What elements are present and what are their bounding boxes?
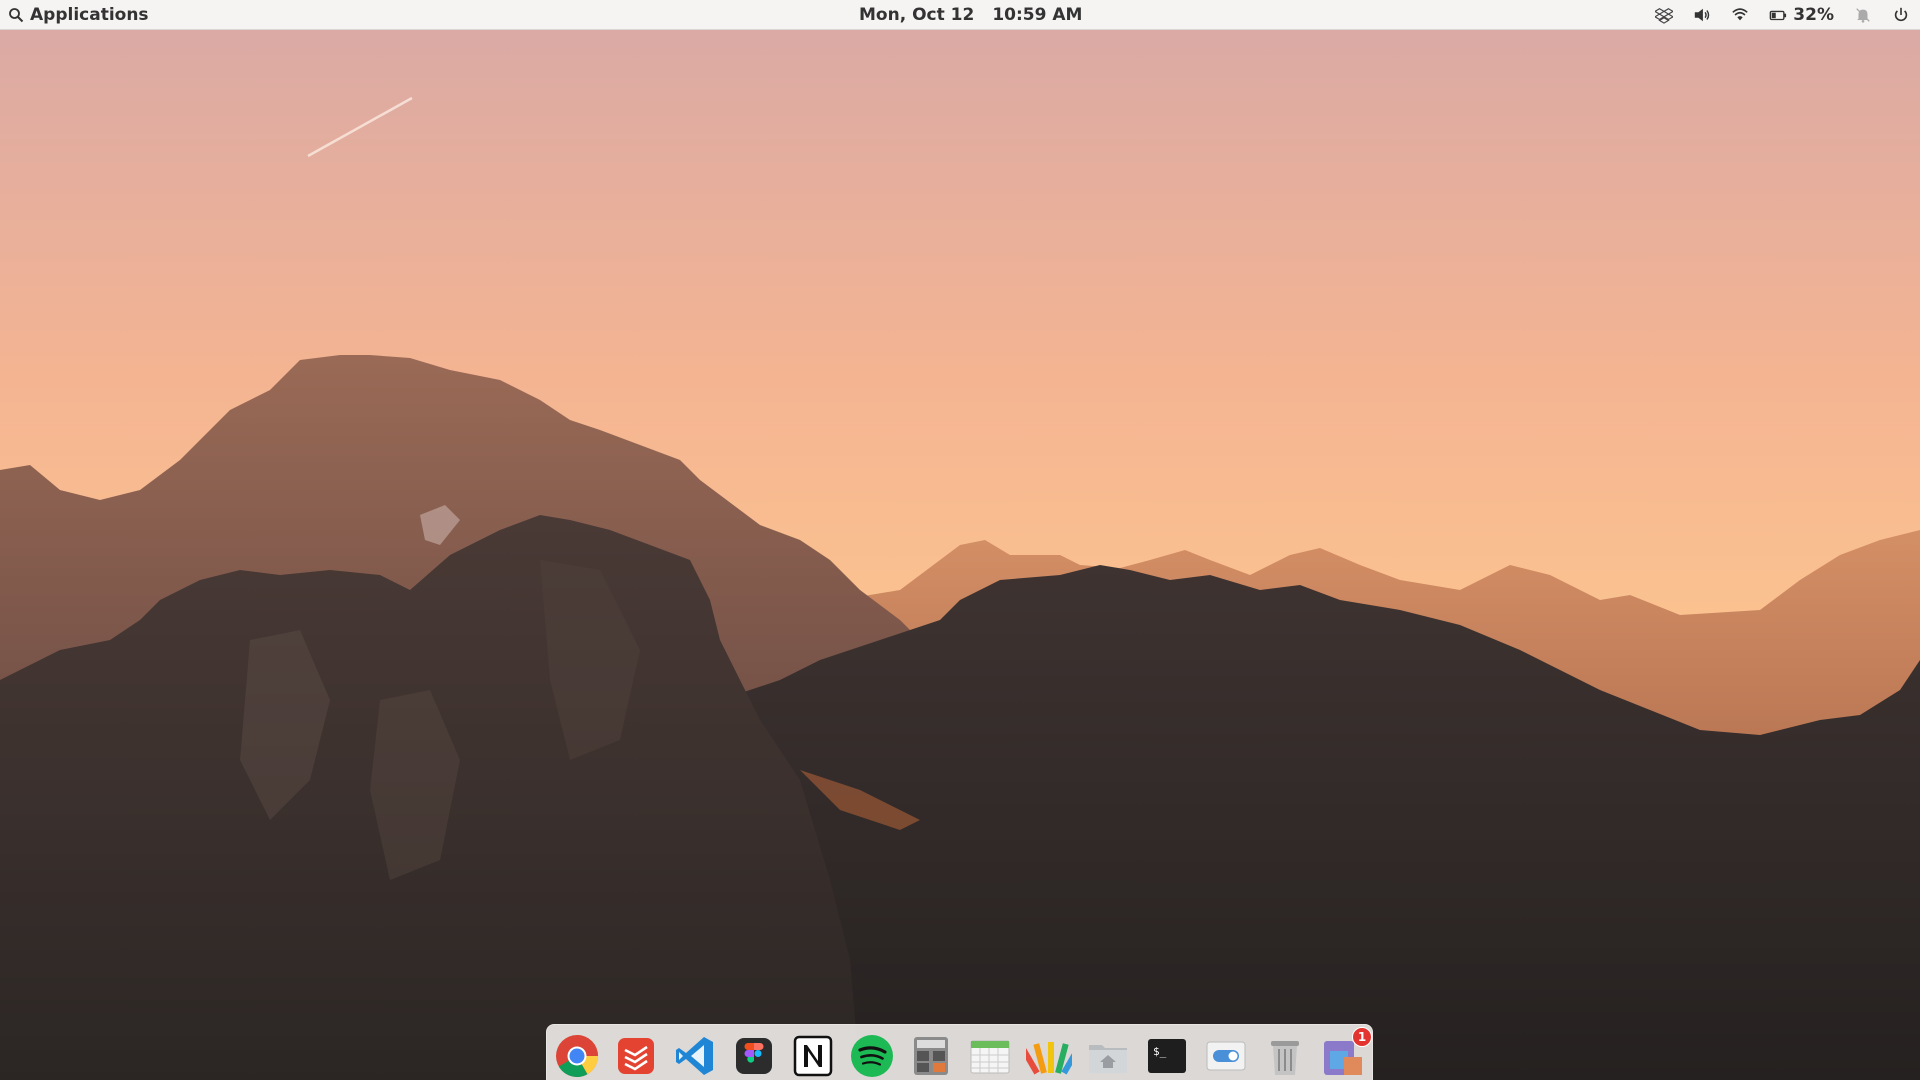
dock-item-trash[interactable] xyxy=(1262,1033,1308,1079)
dock-item-appcenter[interactable]: 1 xyxy=(1320,1027,1372,1079)
desktop-wallpaper xyxy=(0,0,1920,1080)
network-indicator[interactable] xyxy=(1721,0,1759,30)
notion-icon xyxy=(793,1035,833,1077)
dropbox-icon xyxy=(1655,8,1674,24)
datetime-indicator[interactable]: Mon, Oct 12 10:59 AM xyxy=(859,0,1082,30)
dock-item-spotify[interactable] xyxy=(849,1033,895,1079)
applications-menu[interactable]: Applications xyxy=(8,0,149,30)
update-badge: 1 xyxy=(1352,1027,1372,1047)
dock-item-settings[interactable] xyxy=(1203,1033,1249,1079)
dock-item-notion[interactable] xyxy=(790,1033,836,1079)
calendar-icon xyxy=(970,1040,1010,1074)
notifications-off-icon xyxy=(1856,8,1870,23)
dock-item-terminal[interactable]: $_ xyxy=(1144,1033,1190,1079)
battery-percentage: 32% xyxy=(1793,5,1834,25)
dock-item-chrome[interactable] xyxy=(554,1033,600,1079)
todoist-icon xyxy=(618,1038,654,1074)
session-indicator[interactable] xyxy=(1882,0,1920,30)
date-text: Mon, Oct 12 xyxy=(859,5,975,25)
dock-item-calculator[interactable] xyxy=(908,1033,954,1079)
vscode-icon xyxy=(676,1037,713,1075)
dock-item-color-picker[interactable] xyxy=(1026,1033,1072,1079)
system-indicators: 32% xyxy=(1645,0,1920,30)
settings-toggle-icon xyxy=(1206,1041,1246,1071)
notifications-indicator[interactable] xyxy=(1844,0,1882,30)
dock: $_ 1 xyxy=(546,1024,1373,1080)
dropbox-indicator[interactable] xyxy=(1645,0,1683,30)
volume-indicator[interactable] xyxy=(1683,0,1721,30)
search-icon xyxy=(9,8,24,23)
figma-icon xyxy=(736,1038,772,1074)
terminal-icon: $_ xyxy=(1148,1039,1186,1073)
time-text: 10:59 AM xyxy=(992,5,1083,25)
trash-icon xyxy=(1271,1041,1299,1075)
dock-item-figma[interactable] xyxy=(731,1033,777,1079)
chrome-icon xyxy=(556,1035,598,1078)
wifi-icon xyxy=(1732,8,1749,21)
power-icon xyxy=(1894,7,1908,22)
power-indicator[interactable]: 32% xyxy=(1759,0,1844,30)
dock-item-calendar[interactable] xyxy=(967,1033,1013,1079)
dock-item-todoist[interactable] xyxy=(613,1033,659,1079)
dock-item-vscode[interactable] xyxy=(672,1033,718,1079)
battery-icon xyxy=(1769,10,1787,21)
volume-icon xyxy=(1695,8,1710,22)
svg-text:$_: $_ xyxy=(1153,1045,1167,1058)
color-picker-icon xyxy=(1026,1042,1072,1075)
calculator-icon xyxy=(914,1037,948,1075)
applications-label: Applications xyxy=(30,5,149,25)
files-icon xyxy=(1089,1045,1127,1073)
spotify-icon xyxy=(851,1035,893,1077)
dock-item-files[interactable] xyxy=(1085,1033,1131,1079)
top-panel: Applications Mon, Oct 12 10:59 AM 32% xyxy=(0,0,1920,30)
